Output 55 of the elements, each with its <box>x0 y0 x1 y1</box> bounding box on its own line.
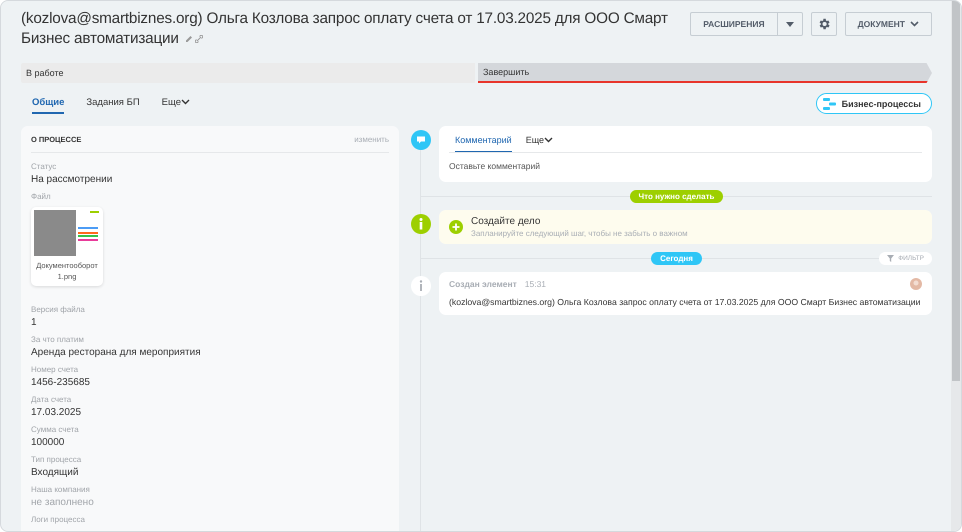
task-hint: Запланируйте следующий шаг, чтобы не забыть о важном <box>471 229 688 238</box>
editor-tab[interactable]: Комментарий <box>455 126 512 152</box>
avatar-icon <box>910 278 922 290</box>
field-label: Дата счета <box>31 394 72 406</box>
field-label: Тип процесса <box>31 454 82 466</box>
info-icon <box>411 276 431 296</box>
gear-icon <box>816 17 831 31</box>
editor-tab[interactable]: Еще <box>526 126 553 152</box>
chevron-down-icon <box>544 137 553 143</box>
field-label: Номер счета <box>31 364 80 376</box>
today-divider-label: Сегодня <box>651 252 702 264</box>
field-label: Наша компания <box>31 484 91 496</box>
caret-down-icon <box>786 22 794 26</box>
settings-button[interactable] <box>810 12 837 36</box>
field-label: Сумма счета <box>31 424 80 436</box>
field-value: Аренда ресторана для мероприятия <box>31 346 202 360</box>
screenshot-thumbnail-drawing <box>34 210 100 256</box>
comment-icon <box>411 130 431 150</box>
stage-button[interactable]: Завершить <box>478 63 932 83</box>
create-task-card[interactable]: Создайте дело Запланируйте следующий шаг, чтобы не забыть о важном <box>439 210 932 244</box>
tab[interactable]: Задания БП <box>86 93 140 114</box>
task-title: Создайте дело <box>471 216 542 227</box>
tab[interactable]: Еще <box>162 93 190 114</box>
field-label: Версия файла <box>31 304 86 316</box>
event-time: 15:31 <box>524 279 546 289</box>
link-icon[interactable] <box>194 35 203 43</box>
field-value: не заполнено <box>31 496 95 510</box>
field-value: На рассмотрении <box>31 173 114 187</box>
field-value: 1456-235685 <box>31 376 91 390</box>
field-value: 1 <box>31 316 38 330</box>
pencil-icon[interactable] <box>184 35 193 43</box>
field-label: Логи процесса <box>31 514 86 526</box>
tab[interactable]: Общие <box>32 93 64 114</box>
chevron-down-icon <box>181 99 190 105</box>
business-processes-button[interactable]: Бизнес-процессы <box>816 93 932 114</box>
info-icon <box>411 214 431 234</box>
field-label: Статус <box>31 161 58 173</box>
field-value: 100000 <box>31 436 66 450</box>
funnel-icon <box>887 254 894 262</box>
plus-circle-icon <box>449 220 463 234</box>
field-value: 17.03.2025 <box>31 406 82 420</box>
document-button[interactable]: ДОКУМЕНТ <box>844 12 932 36</box>
event-title: Создан элемент <box>449 279 517 289</box>
field-label: За что платим <box>31 334 85 346</box>
todo-divider-label: Что нужно сделать <box>630 190 724 202</box>
event-text: (kozlova@smartbiznes.org) Ольга Козлова запрос оплату счета от 17.03.2025 для ООО Смарт Бизнес автоматизации <box>449 297 922 307</box>
page-title: (kozlova@smartbiznes.org) Ольга Козлова запрос оплату счета от 17.03.2025 для ООО Смарт Бизнес автоматизации <box>21 9 669 49</box>
stage-button[interactable]: В работе <box>21 63 475 83</box>
field-value: Входящий <box>31 466 80 480</box>
field-label: Файл <box>31 191 52 203</box>
flow-icon <box>822 98 836 110</box>
extensions-button[interactable]: РАСШИРЕНИЯ <box>690 12 777 36</box>
scrollbar[interactable] <box>951 1 961 531</box>
extensions-dropdown-button[interactable] <box>776 12 803 36</box>
chevron-down-icon <box>910 21 919 27</box>
